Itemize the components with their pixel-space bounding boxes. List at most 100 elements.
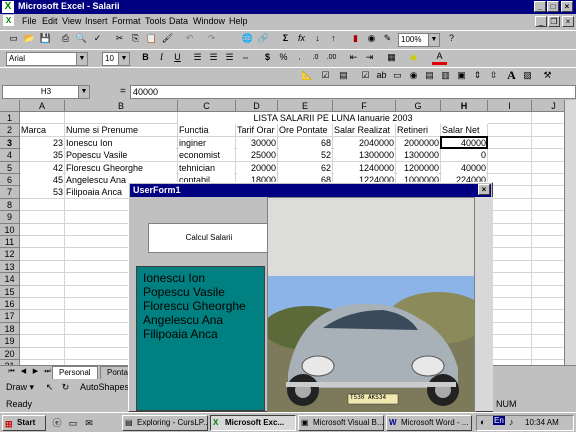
list-item[interactable]: Florescu Gheorghe — [143, 299, 258, 313]
table-cell[interactable]: 1300000 — [397, 149, 439, 162]
list-item[interactable]: Ionescu Ion — [143, 271, 258, 285]
row-header[interactable]: 5 — [0, 161, 20, 174]
table-cell[interactable]: 20000 — [237, 161, 276, 174]
menu-data[interactable]: Data — [169, 16, 188, 26]
office-assistant-icon[interactable]: ? — [444, 31, 459, 46]
menu-view[interactable]: View — [62, 16, 81, 26]
row-header[interactable]: 18 — [0, 322, 20, 336]
open-icon[interactable]: 📂 — [22, 31, 37, 46]
header-cell[interactable]: Salar Net — [442, 124, 486, 137]
table-cell[interactable]: 1200000 — [397, 161, 439, 174]
increase-decimal-icon[interactable]: .0 — [308, 50, 323, 65]
format-painter-icon[interactable]: 🖌 — [160, 31, 175, 46]
table-cell[interactable]: 53 — [21, 186, 63, 199]
column-header[interactable]: E — [278, 100, 333, 112]
merge-center-icon[interactable]: ⇔ — [238, 50, 253, 65]
increase-indent-icon[interactable]: ⇥ — [362, 50, 377, 65]
row-header[interactable]: 20 — [0, 347, 20, 360]
close-button[interactable]: × — [561, 1, 573, 12]
doc-close-button[interactable]: × — [562, 16, 574, 27]
table-cell[interactable]: tehnician — [179, 161, 234, 174]
row-header[interactable]: 14 — [0, 273, 20, 286]
taskbar-item-word[interactable]: W Microsoft Word - ... — [386, 415, 472, 431]
table-cell[interactable]: 62 — [279, 161, 331, 174]
align-left-icon[interactable]: ☰ — [190, 50, 205, 65]
table-cell[interactable]: 68 — [279, 136, 331, 149]
paste-icon[interactable]: 📋 — [144, 31, 159, 46]
chevron-down-icon[interactable]: ▼ — [76, 53, 87, 65]
header-cell[interactable]: Salar Realizat — [334, 124, 394, 137]
autosum-icon[interactable]: Σ — [278, 31, 293, 46]
cut-icon[interactable]: ✂ — [112, 31, 127, 46]
decrease-indent-icon[interactable]: ⇤ — [346, 50, 361, 65]
chevron-down-icon[interactable]: ▼ — [78, 86, 89, 98]
textbox-control-icon[interactable]: ab — [374, 68, 389, 83]
percent-icon[interactable]: % — [276, 50, 291, 65]
table-cell[interactable]: 1300000 — [334, 149, 394, 162]
table-cell[interactable]: 42 — [21, 161, 63, 174]
table-cell[interactable]: economist — [179, 149, 234, 162]
table-cell[interactable]: 2040000 — [334, 136, 394, 149]
column-header[interactable]: F — [333, 100, 396, 112]
table-cell[interactable]: 1240000 — [334, 161, 394, 174]
copy-icon[interactable]: ⎘ — [128, 31, 143, 46]
map-icon[interactable]: ◉ — [364, 31, 379, 46]
maximize-button[interactable]: □ — [547, 1, 559, 12]
column-header[interactable]: H — [441, 100, 488, 112]
zoom-select[interactable]: 100% ▼ — [398, 33, 440, 47]
select-objects-icon[interactable]: ↖ — [42, 380, 57, 395]
row-header[interactable]: 2 — [0, 124, 20, 137]
underline-icon[interactable]: U — [170, 50, 185, 65]
ie-quicklaunch-icon[interactable]: ⓔ — [50, 416, 64, 430]
sheet-title[interactable]: LISTA SALARII PE LUNA Ianuarie 2003 — [178, 112, 488, 124]
header-cell[interactable]: Functia — [179, 124, 234, 137]
taskbar-item-excel[interactable]: X Microsoft Exc... — [210, 415, 296, 431]
vertical-scrollbar[interactable] — [564, 100, 576, 365]
checkbox-control-icon[interactable]: ☑ — [358, 68, 373, 83]
column-header[interactable]: I — [488, 100, 532, 112]
align-center-icon[interactable]: ☰ — [206, 50, 221, 65]
fill-color-icon[interactable]: ◆ — [406, 50, 421, 65]
table-cell[interactable]: Ionescu Ion — [66, 136, 176, 149]
row-header[interactable]: 4 — [0, 149, 20, 162]
row-header[interactable]: 8 — [0, 198, 20, 212]
calcul-salarii-button[interactable]: Calcul Salarii — [148, 223, 270, 253]
table-cell[interactable]: 25000 — [237, 149, 276, 162]
userform-scrollbar[interactable] — [474, 197, 493, 411]
name-box[interactable]: H3 ▼ — [2, 85, 90, 99]
table-cell[interactable]: 2000000 — [397, 136, 439, 149]
table-cell[interactable]: 23 — [21, 136, 63, 149]
table-cell[interactable]: 52 — [279, 149, 331, 162]
row-header[interactable]: 6 — [0, 174, 20, 187]
desktop-quicklaunch-icon[interactable]: ▭ — [66, 416, 80, 430]
workbook-icon[interactable]: X — [3, 15, 14, 26]
borders-icon[interactable]: ▦ — [384, 50, 399, 65]
table-cell[interactable]: Popescu Vasile — [66, 149, 176, 162]
combobox-control-icon[interactable]: ▥ — [438, 68, 453, 83]
font-color-icon[interactable]: A — [432, 50, 447, 65]
doc-minimize-button[interactable]: _ — [535, 16, 547, 27]
volume-icon[interactable]: ♪ — [509, 417, 514, 427]
free-rotate-icon[interactable]: ↻ — [58, 380, 73, 395]
column-header[interactable]: D — [236, 100, 278, 112]
font-size-select[interactable]: 10 ▼ — [102, 52, 130, 66]
menu-tools[interactable]: Tools — [145, 16, 166, 26]
row-header[interactable]: 13 — [0, 260, 20, 274]
row-header[interactable]: 3 — [0, 136, 20, 150]
sort-ascending-icon[interactable]: ↓ — [310, 31, 325, 46]
table-cell[interactable]: Florescu Gheorghe — [66, 161, 176, 174]
table-cell[interactable]: 40000 — [442, 161, 486, 174]
menu-help[interactable]: Help — [229, 16, 248, 26]
font-select[interactable]: Arial ▼ — [6, 52, 88, 66]
table-cell[interactable]: 30000 — [237, 136, 276, 149]
menu-insert[interactable]: Insert — [85, 16, 108, 26]
view-code-icon[interactable]: ▤ — [336, 68, 351, 83]
paste-function-icon[interactable]: fx — [294, 31, 309, 46]
column-header[interactable]: C — [178, 100, 236, 112]
print-icon[interactable]: ⎙ — [58, 31, 73, 46]
table-cell[interactable]: 45 — [21, 174, 63, 186]
menu-file[interactable]: File — [22, 16, 37, 26]
menu-format[interactable]: Format — [112, 16, 141, 26]
taskbar-item-visual-basic[interactable]: ▣ Microsoft Visual B... — [298, 415, 384, 431]
table-cell[interactable]: 35 — [21, 149, 63, 162]
